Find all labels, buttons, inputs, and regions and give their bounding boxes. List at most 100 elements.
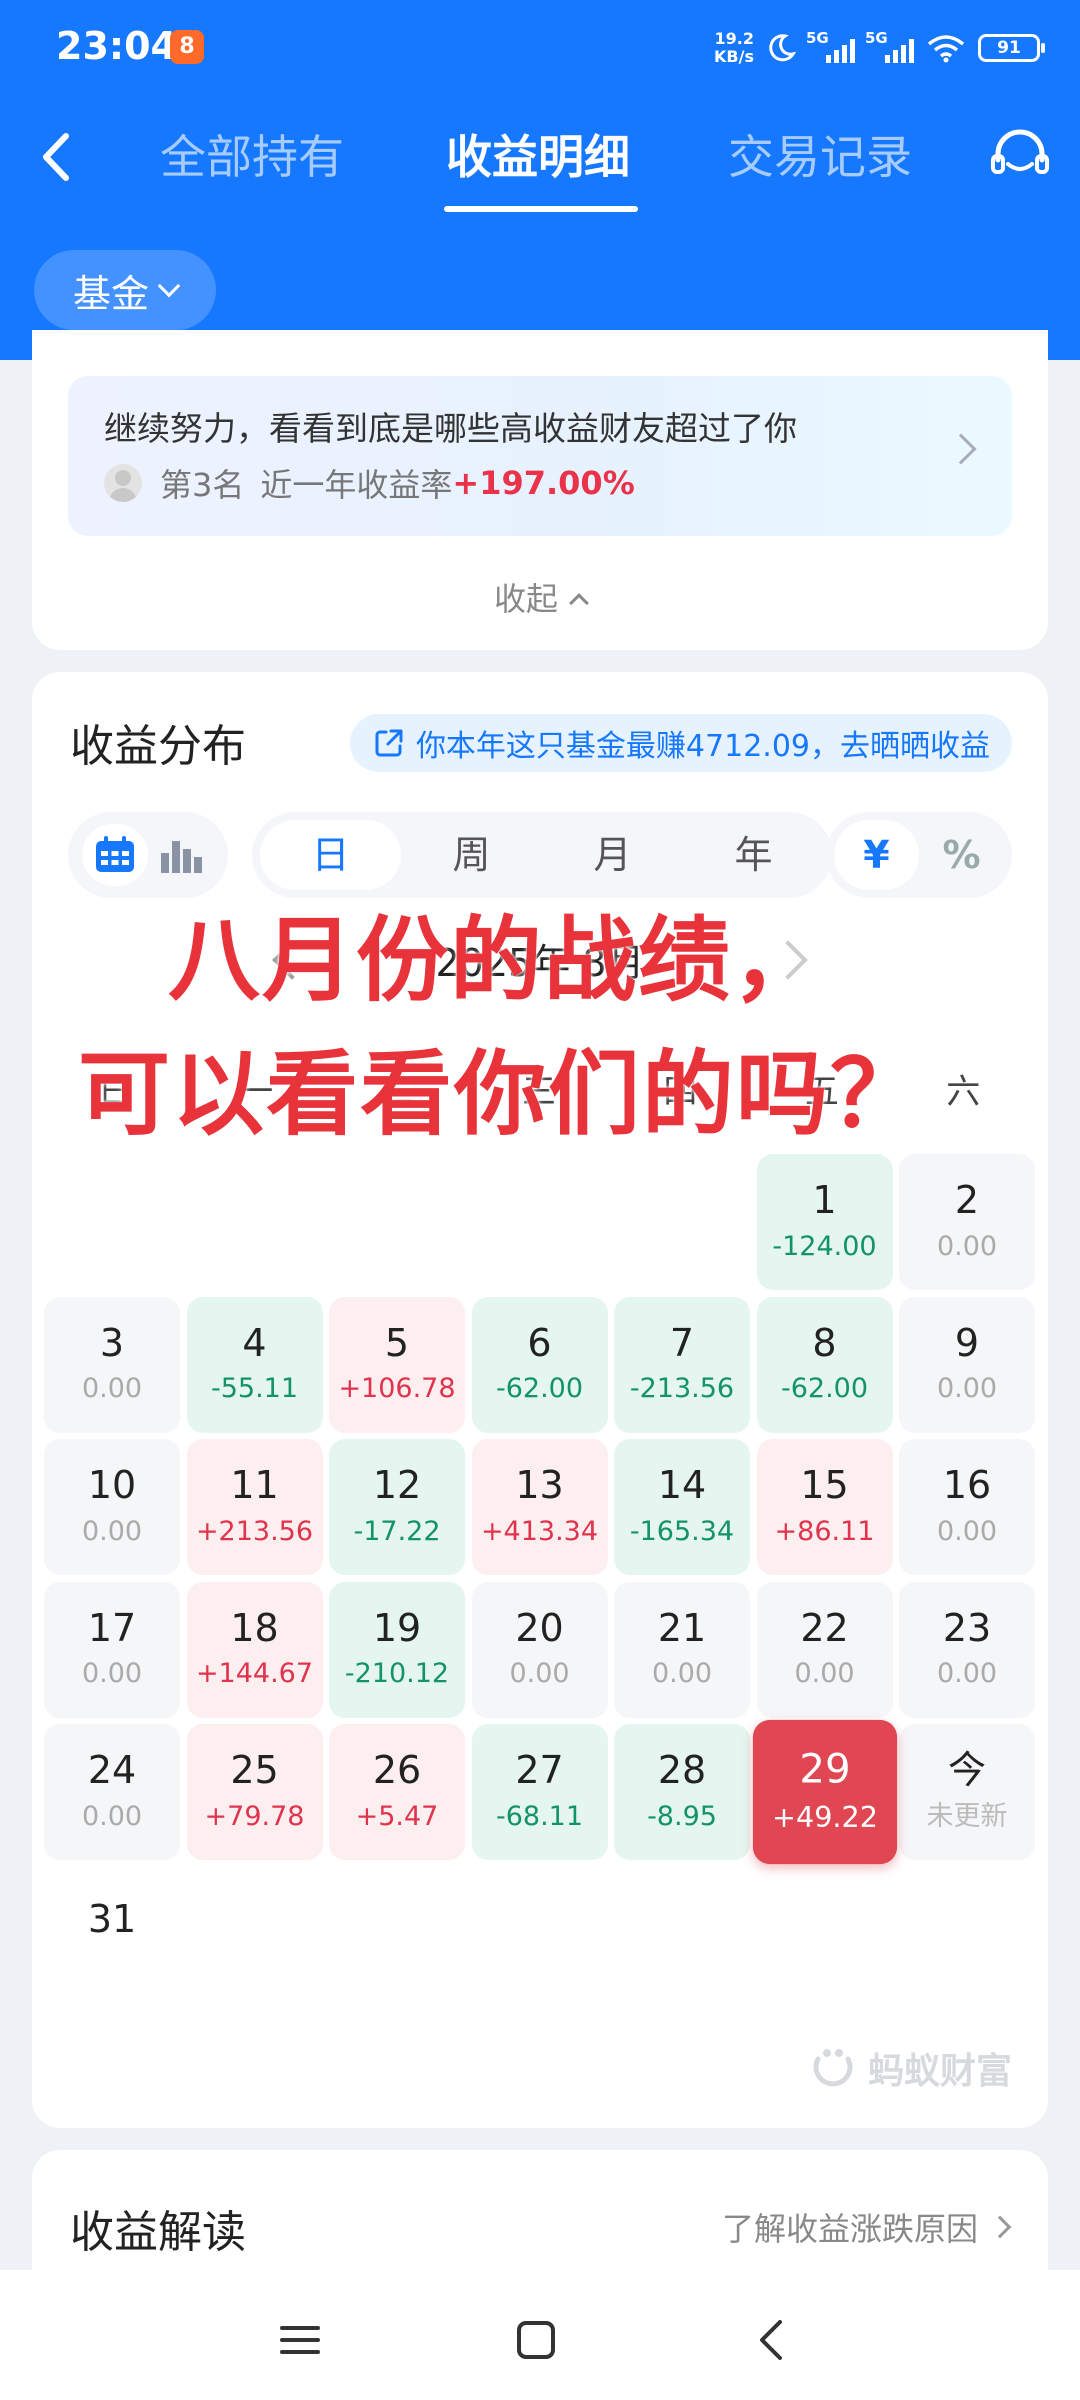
calendar-day-cell[interactable]: 16 0.00 (899, 1439, 1035, 1575)
period-year-tab[interactable]: 年 (683, 820, 824, 890)
tab-all-holdings[interactable]: 全部持有 (160, 122, 344, 192)
fund-filter-label: 基金 (72, 271, 149, 316)
calendar-day-cell[interactable]: 28 -8.95 (614, 1724, 750, 1860)
section-title: 收益解读 (70, 2207, 246, 2258)
calendar-day-number: 6 (527, 1320, 552, 1365)
calendar-day-cell[interactable]: 23 0.00 (899, 1581, 1035, 1718)
calendar-day-cell[interactable]: 7 -213.56 (614, 1296, 750, 1433)
calendar-day-cell[interactable]: 29 +49.22 (752, 1719, 897, 1865)
period-week-tab[interactable]: 周 (401, 820, 542, 890)
calendar-day-earning: +79.78 (204, 1800, 305, 1832)
ranking-line: 第3名 近一年收益率 +197.00% (104, 460, 635, 506)
calendar-day-earning: 0.00 (651, 1658, 713, 1690)
app-notification-icon: 8 (170, 30, 204, 64)
calendar-day-cell[interactable]: 19 -210.12 (329, 1581, 465, 1718)
calendar-day-cell[interactable]: 6 -62.00 (471, 1296, 608, 1433)
calendar-day-cell[interactable]: 10 0.00 (44, 1439, 180, 1575)
calendar-day-number: 18 (230, 1605, 279, 1650)
calendar-day-cell[interactable]: 22 0.00 (756, 1581, 893, 1718)
calendar-day-cell[interactable]: 3 0.00 (44, 1296, 180, 1433)
collapse-button[interactable]: 收起 (32, 574, 1048, 620)
calendar-day-earning: 0.00 (81, 1515, 143, 1547)
calendar-day-number: 11 (230, 1463, 279, 1508)
calendar-day-cell[interactable]: 9 0.00 (899, 1296, 1035, 1433)
calendar-today-cell[interactable]: 今未更新 (899, 1724, 1035, 1860)
avatar (104, 464, 142, 502)
calendar-day-cell[interactable]: 1 -124.00 (756, 1154, 893, 1290)
calendar-day-number: 22 (800, 1605, 849, 1650)
customer-service-icon[interactable] (986, 122, 1054, 190)
calendar-day-cell[interactable]: 18 +144.67 (186, 1581, 323, 1718)
calendar-day-cell[interactable]: 5 +106.78 (329, 1296, 465, 1433)
calendar-day-number: 28 (657, 1748, 707, 1793)
collapse-label: 收起 (493, 580, 558, 618)
calendar-day-cell[interactable]: 25 +79.78 (186, 1724, 323, 1860)
tab-transaction-records[interactable]: 交易记录 (728, 122, 912, 192)
calendar-day-cell[interactable]: 31 (44, 1867, 180, 2003)
calendar-day-number: 4 (242, 1320, 267, 1365)
period-day-tab[interactable]: 日 (260, 820, 401, 890)
calendar-day-cell[interactable]: 8 -62.00 (756, 1296, 893, 1433)
calendar-day-number: 19 (372, 1605, 422, 1650)
home-icon[interactable] (506, 2310, 566, 2370)
tab-earnings-detail[interactable]: 收益明细 (446, 122, 630, 192)
unit-percent-button[interactable]: % (919, 820, 1004, 890)
back-icon[interactable] (28, 122, 88, 192)
calendar-day-number: 29 (798, 1745, 851, 1793)
calendar-day-earning: 0.00 (936, 1230, 998, 1262)
earnings-reason-text: 了解收益涨跌原因 (721, 2210, 978, 2248)
calendar-day-cell[interactable]: 27 -68.11 (471, 1724, 608, 1860)
brand-watermark: 蚂蚁财富 (808, 2042, 1012, 2094)
fund-filter-dropdown[interactable]: 基金 (34, 250, 216, 330)
recent-apps-icon[interactable] (270, 2310, 330, 2370)
chevron-down-icon (157, 274, 181, 298)
calendar-day-number: 20 (515, 1605, 564, 1650)
period-month-tab[interactable]: 月 (542, 820, 683, 890)
wifi-icon (927, 35, 965, 63)
bar-chart-icon (161, 841, 202, 873)
weekday-label: 三 (521, 1072, 556, 1112)
rank-rate-label: 近一年收益率 (260, 466, 453, 504)
calendar-day-cell[interactable]: 14 -165.34 (614, 1439, 750, 1575)
calendar-day-number: 15 (800, 1463, 849, 1508)
calendar-day-cell[interactable]: 24 0.00 (44, 1724, 180, 1860)
system-navigation-bar (0, 2270, 1080, 2400)
calendar-day-earning: 0.00 (936, 1515, 998, 1547)
ranking-banner[interactable]: 继续努力，看看到底是哪些高收益财友超过了你 第3名 近一年收益率 +197.00… (68, 376, 1012, 536)
unit-amount-button[interactable]: ¥ (834, 820, 919, 890)
weekday-label: 日 (97, 1072, 132, 1112)
calendar-view-button[interactable] (82, 824, 148, 886)
system-back-icon[interactable] (742, 2310, 802, 2370)
share-earnings-button[interactable]: 你本年这只基金最赚4712.09，去晒晒收益 (349, 714, 1012, 772)
calendar-day-earning: -68.11 (495, 1800, 584, 1832)
calendar-day-number: 13 (515, 1463, 564, 1508)
calendar-day-cell[interactable]: 21 0.00 (614, 1581, 750, 1718)
earnings-distribution-card: 收益分布 你本年这只基金最赚4712.09，去晒晒收益 日 周 月 年 ¥ % … (32, 672, 1048, 2128)
calendar-day-earning: 0.00 (509, 1658, 570, 1690)
earnings-reason-link[interactable]: 了解收益涨跌原因 (721, 2204, 1012, 2250)
rank-rate-value: +197.00% (452, 464, 635, 502)
active-tab-indicator (444, 206, 638, 212)
calendar-day-cell[interactable]: 4 -55.11 (186, 1296, 323, 1433)
calendar-day-earning: -62.00 (495, 1373, 584, 1405)
bar-chart-view-button[interactable] (148, 824, 214, 886)
calendar-day-cell[interactable]: 17 0.00 (44, 1581, 180, 1718)
calendar-day-cell[interactable]: 12 -17.22 (329, 1439, 465, 1575)
calendar-day-cell[interactable]: 11 +213.56 (186, 1439, 323, 1575)
calendar-day-cell[interactable]: 26 +5.47 (329, 1724, 465, 1860)
calendar-day-number: 14 (657, 1463, 707, 1508)
calendar-day-earning: -210.12 (344, 1658, 450, 1690)
calendar-grid: 1 -124.00 2 0.00 3 0.00 4 -55.11 5 +106.78 6 -62.00… (44, 1154, 1038, 2003)
calendar-blank-cell (614, 1154, 750, 1290)
calendar-day-number: 31 (87, 1896, 137, 1941)
weekday-label: 四 (663, 1072, 698, 1112)
month-navigator: 2025年 8月 (32, 926, 1048, 1006)
share-icon (375, 729, 403, 757)
ant-fortune-logo-icon (813, 2049, 853, 2087)
calendar-day-cell[interactable]: 20 0.00 (471, 1581, 608, 1718)
calendar-day-cell[interactable]: 15 +86.11 (756, 1439, 893, 1575)
calendar-day-cell[interactable]: 13 +413.34 (471, 1439, 608, 1575)
calendar-day-earning: +5.47 (355, 1800, 439, 1832)
calendar-day-cell[interactable]: 2 0.00 (899, 1154, 1035, 1290)
top-nav: 全部持有 收益明细 交易记录 (0, 100, 1080, 230)
